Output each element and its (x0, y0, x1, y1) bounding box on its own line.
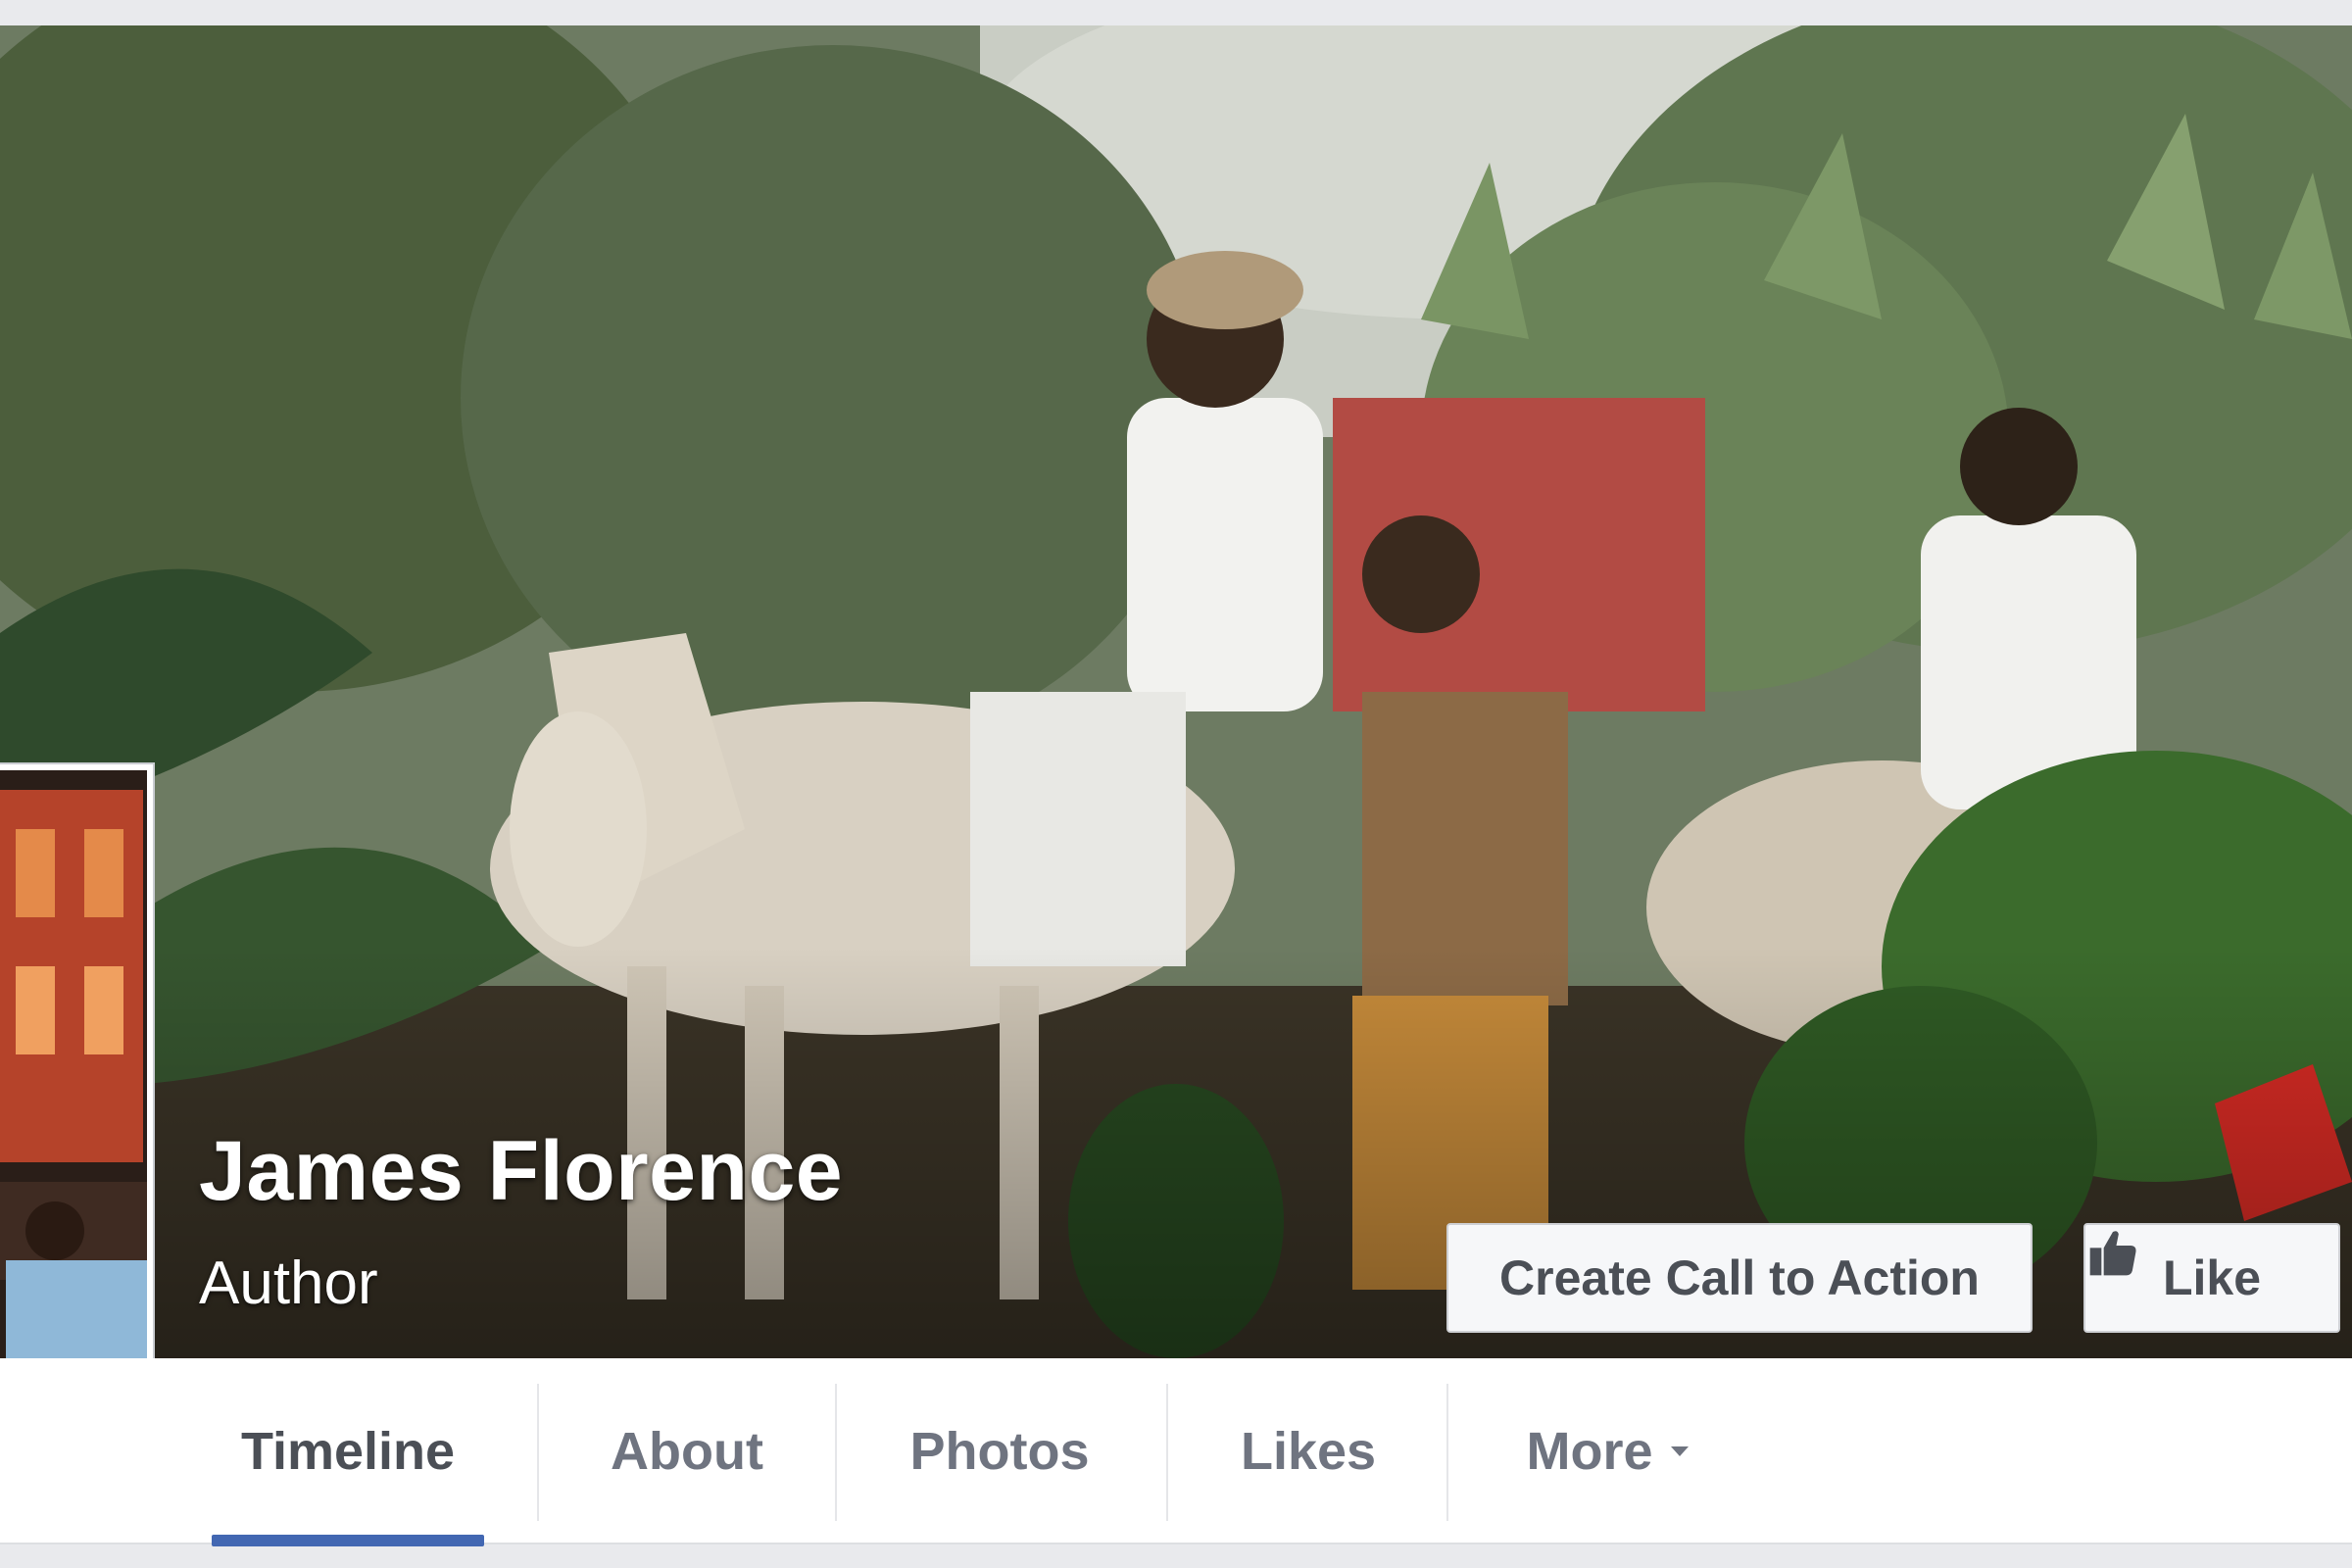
like-button[interactable]: Like (2083, 1223, 2340, 1333)
cover-photo[interactable]: James Florence Author Create Call to Act… (0, 25, 2352, 1358)
chevron-down-icon (1670, 1446, 1689, 1456)
top-strip (0, 0, 2352, 25)
active-tab-indicator (212, 1535, 484, 1546)
tab-more-label: More (1526, 1422, 1653, 1481)
bottom-strip (0, 1546, 2352, 1568)
tab-likes-label: Likes (1240, 1422, 1377, 1481)
page-category[interactable]: Author (199, 1249, 378, 1318)
like-label: Like (2162, 1250, 2262, 1305)
tab-more[interactable]: More (1460, 1358, 1754, 1544)
tab-timeline-label: Timeline (240, 1422, 456, 1481)
tab-divider (835, 1384, 837, 1521)
thumbs-up-icon (2089, 1231, 2136, 1276)
tab-divider (1446, 1384, 1448, 1521)
create-call-to-action-label: Create Call to Action (1499, 1250, 1980, 1305)
page-nav-bar: Timeline About Photos Likes More (0, 1358, 2352, 1544)
tab-photos[interactable]: Photos (853, 1358, 1147, 1544)
create-call-to-action-button[interactable]: Create Call to Action (1446, 1223, 2033, 1333)
tab-divider (1166, 1384, 1168, 1521)
tab-likes[interactable]: Likes (1176, 1358, 1441, 1544)
tab-divider (537, 1384, 539, 1521)
tab-timeline[interactable]: Timeline (212, 1358, 484, 1544)
tab-about[interactable]: About (545, 1358, 829, 1544)
page-name[interactable]: James Florence (199, 1123, 843, 1220)
tab-photos-label: Photos (909, 1422, 1090, 1481)
tab-about-label: About (611, 1422, 763, 1481)
